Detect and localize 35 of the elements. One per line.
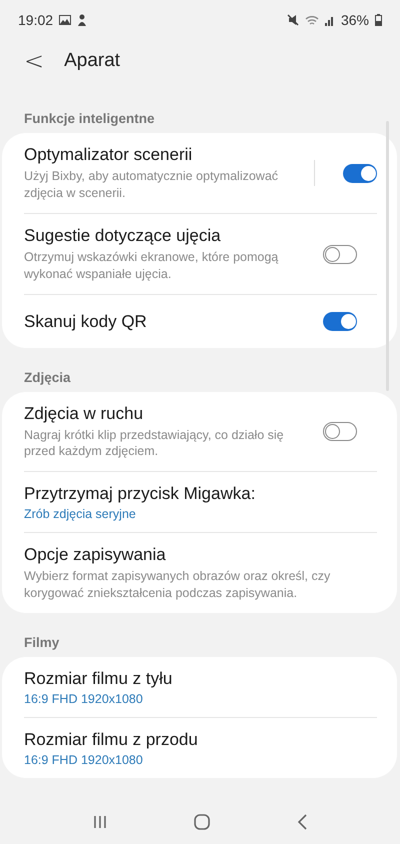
section-header: Funkcje inteligentne xyxy=(23,111,156,128)
recent-apps-icon[interactable] xyxy=(93,815,108,829)
setting-value: 16:9 FHD 1920x1080 xyxy=(24,692,144,706)
back-button[interactable]: < xyxy=(20,49,48,73)
setting-value: 16:9 FHD 1920x1080 xyxy=(24,753,144,767)
setting-title[interactable]: Optymalizator scenerii xyxy=(24,145,304,165)
setting-description: Wybierz format zapisywanych obrazów oraz określ, czy korygować zniekształcenia podczas zapisywania. xyxy=(24,568,332,602)
setting-title[interactable]: Sugestie dotyczące ujęcia xyxy=(24,226,309,246)
setting-title[interactable]: Skanuj kody QR xyxy=(24,312,309,332)
back-icon[interactable] xyxy=(296,814,307,830)
setting-title[interactable]: Rozmiar filmu z tyłu xyxy=(24,669,377,689)
setting-title[interactable]: Zdjęcia w ruchu xyxy=(24,404,309,424)
clock: 19:02 xyxy=(18,12,54,28)
section-header: Filmy xyxy=(23,635,60,652)
image-icon xyxy=(59,15,72,25)
toggle-switch[interactable] xyxy=(323,244,357,264)
setting-description: Użyj Bixby, aby automatycznie optymalizować zdjęcia w scenerii. xyxy=(24,168,280,202)
setting-value: Zrób zdjęcia seryjne xyxy=(24,507,137,522)
toggle-switch[interactable] xyxy=(323,312,357,331)
battery-icon xyxy=(375,14,382,26)
page-title: Aparat xyxy=(64,50,120,72)
setting-title[interactable]: Przytrzymaj przycisk Migawka: xyxy=(24,484,377,504)
setting-title[interactable]: Opcje zapisywania xyxy=(24,545,377,566)
section-header: Zdjęcia xyxy=(23,370,72,387)
wifi-icon xyxy=(304,14,319,26)
signal-icon xyxy=(324,14,335,26)
mute-icon xyxy=(286,14,299,26)
setting-description: Nagraj krótki klip przedstawiający, co działo się przed każdym zdjęciem. xyxy=(24,426,285,460)
toggle-switch[interactable] xyxy=(323,422,357,442)
battery-percent: 36% xyxy=(340,12,369,28)
toggle-switch[interactable] xyxy=(343,164,377,183)
setting-title[interactable]: Rozmiar filmu z przodu xyxy=(24,730,377,750)
home-icon[interactable] xyxy=(194,814,210,830)
notification-icon xyxy=(77,14,88,26)
setting-description: Otrzymuj wskazówki ekranowe, które pomogą wykonać wspaniałe ujęcia. xyxy=(24,248,280,282)
